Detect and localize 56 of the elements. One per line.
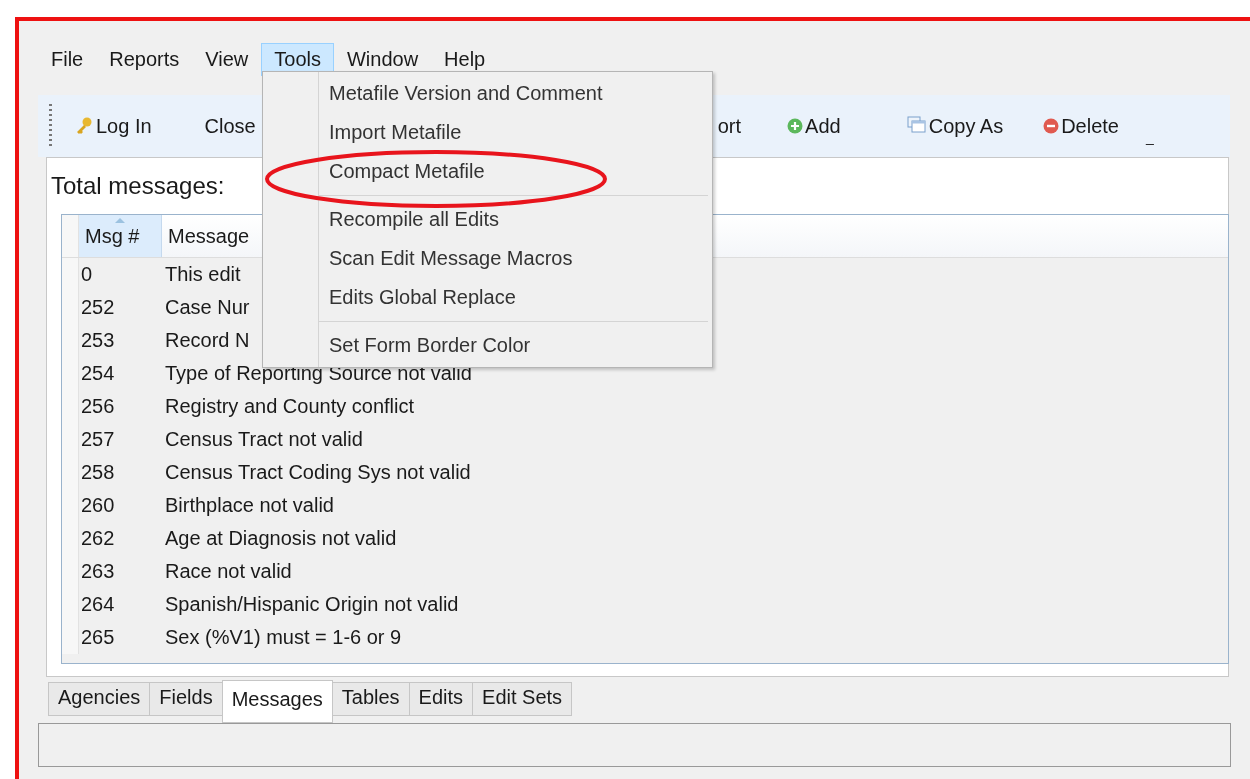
toolbar-button[interactable]: Add bbox=[787, 114, 841, 138]
row-header[interactable] bbox=[62, 621, 79, 654]
table-cell-text: 258 bbox=[80, 461, 116, 484]
menu-item[interactable]: View bbox=[192, 42, 262, 76]
sort-arrow-icon bbox=[115, 218, 125, 223]
tab[interactable]: Edits bbox=[408, 682, 474, 716]
menu-item[interactable]: Scan Edit Message Macros bbox=[319, 239, 708, 278]
table-cell: Race not valid bbox=[165, 560, 292, 583]
menu-item[interactable]: Reports bbox=[96, 42, 193, 76]
menu-item[interactable]: Import Metafile bbox=[319, 113, 708, 152]
table-cell: Birthplace not valid bbox=[165, 494, 334, 517]
toolbar-button[interactable]: Delete bbox=[1043, 114, 1119, 138]
table-cell-text: 265 bbox=[80, 626, 116, 649]
total-label: Total messages: bbox=[51, 171, 225, 201]
toolbar-button[interactable]: Copy As bbox=[906, 114, 1004, 138]
menu-item[interactable]: Metafile Version and Comment bbox=[319, 74, 708, 113]
column-header[interactable]: Message bbox=[162, 215, 250, 257]
table-cell: Record N bbox=[165, 329, 250, 352]
table-cell-text: 256 bbox=[80, 395, 116, 418]
menu-item[interactable]: Edits Global Replace bbox=[319, 278, 708, 317]
menu-item[interactable]: Compact Metafile bbox=[319, 152, 708, 191]
delete-icon bbox=[1043, 118, 1060, 134]
table-cell-text: 260 bbox=[80, 494, 116, 517]
tab[interactable]: Fields bbox=[149, 682, 223, 716]
menu-item[interactable]: Recompile all Edits bbox=[319, 200, 708, 239]
table-cell: Census Tract not valid bbox=[165, 428, 363, 451]
table-cell-text: 264 bbox=[80, 593, 116, 616]
table-cell-text: 254 bbox=[80, 362, 116, 385]
table-cell: This edit bbox=[165, 263, 241, 286]
table-cell: Age at Diagnosis not valid bbox=[165, 527, 397, 550]
table-cell-text: 253 bbox=[80, 329, 116, 352]
table-cell: Registry and County conflict bbox=[165, 395, 414, 418]
table-cell: Census Tract Coding Sys not valid bbox=[165, 461, 471, 484]
table-cell: Spanish/Hispanic Origin not valid bbox=[165, 593, 459, 616]
row-header[interactable] bbox=[62, 258, 79, 291]
table-cell: Sex (%V1) must = 1-6 or 9 bbox=[165, 626, 402, 649]
toolbar-button[interactable]: _ bbox=[1146, 129, 1154, 145]
column-header[interactable]: Msg # bbox=[79, 215, 162, 257]
toolbar-grip[interactable] bbox=[49, 104, 52, 148]
table-cell-text: 262 bbox=[80, 527, 116, 550]
table-cell-text: 0 bbox=[80, 263, 94, 286]
tab[interactable]: Agencies bbox=[48, 682, 151, 716]
menu-item[interactable]: Set Form Border Color bbox=[319, 326, 708, 365]
menu-item[interactable]: File bbox=[38, 42, 97, 76]
table-cell-text: 263 bbox=[80, 560, 116, 583]
tab[interactable]: Tables bbox=[331, 682, 410, 716]
toolbar-button[interactable]: ort bbox=[717, 114, 742, 138]
tab[interactable]: Messages bbox=[221, 680, 333, 723]
tab[interactable]: Edit Sets bbox=[472, 682, 573, 716]
toolbar-button[interactable]: Close bbox=[204, 114, 256, 138]
table-cell-text: 257 bbox=[80, 428, 116, 451]
table-cell-text: 252 bbox=[80, 296, 116, 319]
toolbar-button[interactable]: Log In bbox=[74, 114, 152, 138]
table-cell: Case Nur bbox=[165, 296, 250, 319]
windows-icon bbox=[906, 116, 927, 136]
add-icon bbox=[787, 118, 804, 134]
